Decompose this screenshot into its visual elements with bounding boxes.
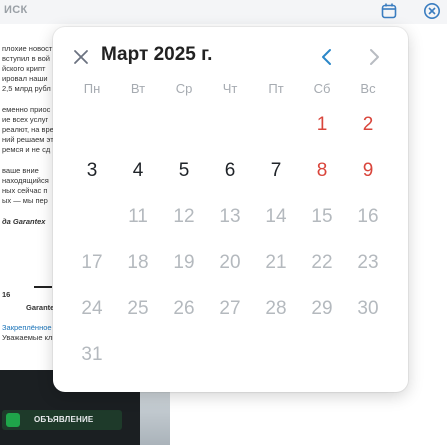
article-line: еменно приос [2, 105, 51, 114]
article-line: ний решаем эт [2, 135, 54, 144]
article-line: ие всех услуг [2, 115, 49, 124]
day-cell[interactable]: 7 [253, 148, 299, 194]
day-cell[interactable]: 23 [345, 240, 391, 286]
calendar-icon[interactable] [380, 2, 398, 20]
day-cell[interactable]: 26 [161, 286, 207, 332]
day-selected[interactable]: 10 [69, 194, 115, 240]
divider [34, 286, 52, 288]
day-cell[interactable]: 22 [299, 240, 345, 286]
weekday-label: Вт [130, 81, 146, 96]
article-line: вступил в вой [2, 54, 50, 63]
day-cell[interactable]: 13 [207, 194, 253, 240]
article-line: ировал наши [2, 74, 48, 83]
weekday-label: Пн [83, 81, 101, 96]
chevron-right-icon[interactable] [364, 47, 384, 67]
feed-snippet: Уважаемые кли [2, 333, 57, 342]
day-cell[interactable]: 27 [207, 286, 253, 332]
day-cell[interactable]: 31 [69, 332, 115, 378]
day-cell[interactable]: 3 [69, 148, 115, 194]
article-line: реалют, на вре [2, 125, 54, 134]
day-cell[interactable]: 4 [115, 148, 161, 194]
weekday-label: Вс [360, 81, 376, 96]
day-cell[interactable]: 6 [207, 148, 253, 194]
feed-time: 16 [2, 290, 11, 299]
article-line: находящийся [2, 176, 49, 185]
chevron-left-icon[interactable] [317, 47, 337, 67]
day-cell[interactable]: 29 [299, 286, 345, 332]
day-cell[interactable]: 28 [253, 286, 299, 332]
article-line: ваше вние [2, 166, 39, 175]
day-cell[interactable]: 19 [161, 240, 207, 286]
day-cell[interactable]: 5 [161, 148, 207, 194]
article-line: ных сейчас п [2, 186, 48, 195]
day-cell[interactable]: 30 [345, 286, 391, 332]
feed-pinned[interactable]: Закреплённое с [2, 323, 57, 332]
article-line: ых — мы пер [2, 196, 48, 205]
article-line: йского крипт [2, 64, 46, 73]
close-icon[interactable] [71, 47, 91, 67]
day-cell[interactable]: 25 [115, 286, 161, 332]
date-picker: Март 2025 г. Пн Вт Ср Чт Пт Сб Вс 1 2 3 4 5 6 7 8 9 10 1… [53, 27, 408, 392]
article-line: плохие новост [2, 44, 53, 53]
article-line: 2,5 млрд рубл [2, 84, 51, 93]
photo-thumbnail [140, 390, 170, 445]
day-cell[interactable]: 17 [69, 240, 115, 286]
weekday-label: Пт [268, 81, 284, 96]
weekday-label: Сб [313, 81, 331, 96]
day-cell[interactable]: 14 [253, 194, 299, 240]
day-cell[interactable]: 1 [299, 102, 345, 148]
close-circle-icon[interactable] [423, 2, 441, 20]
weekday-label: Чт [222, 81, 238, 96]
day-cell[interactable]: 20 [207, 240, 253, 286]
day-cell[interactable]: 15 [299, 194, 345, 240]
weekday-label: Ср [175, 81, 193, 96]
day-cell[interactable]: 9 [345, 148, 391, 194]
megaphone-icon [6, 413, 20, 427]
day-cell[interactable]: 24 [69, 286, 115, 332]
day-cell[interactable]: 21 [253, 240, 299, 286]
day-cell[interactable]: 16 [345, 194, 391, 240]
day-cell[interactable]: 8 [299, 148, 345, 194]
announcement-label: ОБЪЯВЛЕНИЕ [34, 415, 94, 424]
day-cell[interactable]: 12 [161, 194, 207, 240]
day-cell[interactable]: 2 [345, 102, 391, 148]
article-line: ремся и не сд [2, 145, 51, 154]
search-input[interactable]: ИСК [4, 4, 27, 16]
article-line: да Garantex [2, 217, 46, 226]
month-title: Март 2025 г. [101, 44, 213, 65]
day-cell[interactable]: 18 [115, 240, 161, 286]
day-cell[interactable]: 11 [115, 194, 161, 240]
